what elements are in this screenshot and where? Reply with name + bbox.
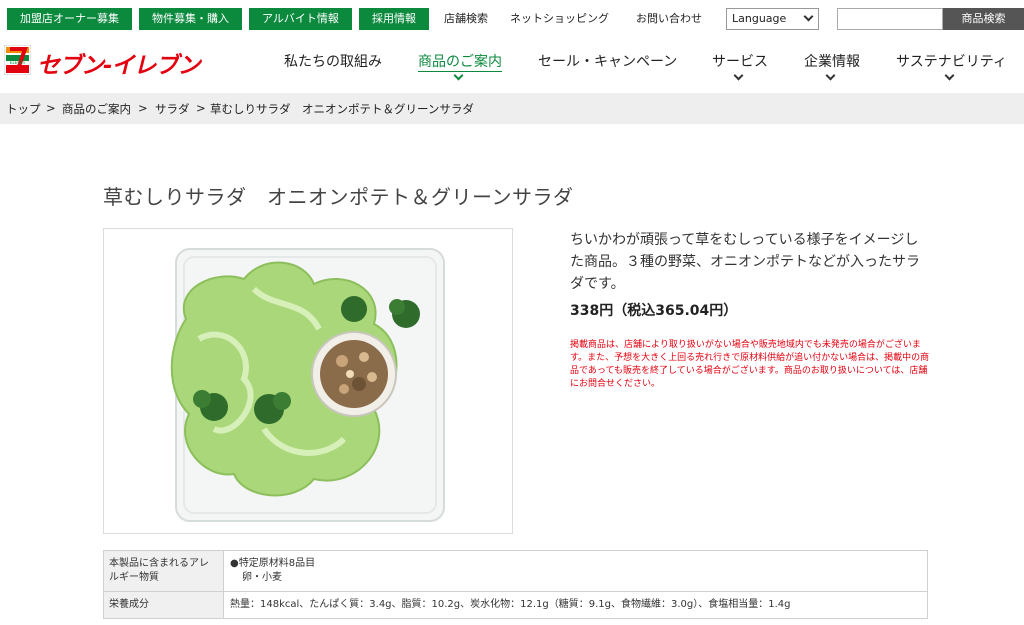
allergen-line: ●特定原材料8品目 bbox=[230, 558, 316, 569]
breadcrumb-separator: > bbox=[46, 101, 56, 115]
store-search-link[interactable]: 店舗検索 bbox=[444, 10, 488, 26]
nav-label: 商品のご案内 bbox=[418, 54, 502, 72]
allergen-value: ●特定原材料8品目 卵・小麦 bbox=[223, 550, 928, 592]
franchise-owner-button[interactable]: 加盟店オーナー募集 bbox=[7, 8, 132, 30]
logo-text: セブン-イレブン bbox=[37, 53, 201, 79]
nutrition-header: 栄養成分 bbox=[103, 591, 224, 619]
nav-services[interactable]: サービス bbox=[712, 51, 768, 71]
allergen-line: 卵・小麦 bbox=[242, 572, 282, 583]
nav-label: 企業情報 bbox=[804, 54, 860, 70]
utility-bar: 加盟店オーナー募集 物件募集・購入 アルバイト情報 採用情報 店舗検索 ネットシ… bbox=[0, 0, 1024, 38]
chevron-down-icon bbox=[825, 70, 836, 81]
logo-small-text: ELEVEn bbox=[10, 60, 26, 65]
product-info-table: 本製品に含まれるアレルギー物質 ●特定原材料8品目 卵・小麦 栄養成分 熱量：1… bbox=[103, 550, 928, 619]
product-search-button[interactable]: 商品検索 bbox=[943, 8, 1024, 30]
property-button[interactable]: 物件募集・購入 bbox=[139, 8, 242, 30]
breadcrumb-products[interactable]: 商品のご案内 bbox=[62, 101, 131, 117]
language-label: Language bbox=[732, 12, 787, 25]
nav-initiatives[interactable]: 私たちの取組み bbox=[284, 51, 382, 71]
product-title: 草むしりサラダ オニオンポテト＆グリーンサラダ bbox=[103, 185, 574, 209]
nav-sustainability[interactable]: サステナビリティ bbox=[896, 51, 1007, 71]
search-input[interactable] bbox=[837, 8, 943, 30]
nav-sale-campaign[interactable]: セール・キャンペーン bbox=[538, 51, 677, 71]
nav-label: 私たちの取組み bbox=[284, 54, 382, 70]
availability-notice: 掲載商品は、店舗により取り扱いがない場合や販売地域内でも未発売の場合がございます… bbox=[570, 340, 930, 389]
breadcrumb-separator: > bbox=[196, 101, 206, 115]
breadcrumb-separator: > bbox=[138, 101, 148, 115]
nav-label: サステナビリティ bbox=[896, 54, 1007, 70]
breadcrumb-top[interactable]: トップ bbox=[6, 101, 41, 117]
nav-label: セール・キャンペーン bbox=[538, 54, 678, 70]
table-row: 本製品に含まれるアレルギー物質 ●特定原材料8品目 卵・小麦 bbox=[103, 550, 928, 592]
recruitment-button[interactable]: 採用情報 bbox=[359, 8, 429, 30]
allergen-header: 本製品に含まれるアレルギー物質 bbox=[103, 550, 224, 592]
breadcrumb-current: 草むしりサラダ オニオンポテト＆グリーンサラダ bbox=[210, 102, 474, 116]
breadcrumb bbox=[0, 93, 1024, 124]
nav-company[interactable]: 企業情報 bbox=[804, 51, 860, 71]
contact-link[interactable]: お問い合わせ bbox=[636, 10, 702, 26]
nutrition-value: 熱量：148kcal、たんぱく質：3.4g、脂質：10.2g、炭水化物：12.1… bbox=[223, 591, 928, 619]
nav-label: サービス bbox=[712, 54, 768, 70]
seven-eleven-logo-icon: ELEVEn bbox=[4, 45, 31, 75]
product-price: 338円（税込365.04円） bbox=[570, 303, 738, 319]
chevron-down-icon bbox=[733, 70, 744, 81]
chevron-down-icon bbox=[944, 70, 955, 81]
logo[interactable]: ELEVEn セブン-イレブン bbox=[4, 45, 214, 79]
salad-illustration bbox=[170, 248, 445, 522]
chevron-down-icon bbox=[453, 70, 464, 81]
breadcrumb-salad[interactable]: サラダ bbox=[155, 101, 190, 117]
chevron-down-icon bbox=[803, 11, 814, 22]
online-shopping-link[interactable]: ネットショッピング bbox=[510, 10, 609, 26]
product-image bbox=[103, 228, 513, 534]
part-time-job-button[interactable]: アルバイト情報 bbox=[249, 8, 352, 30]
nav-products[interactable]: 商品のご案内 bbox=[418, 51, 502, 72]
language-select[interactable]: Language bbox=[726, 8, 819, 30]
table-row: 栄養成分 熱量：148kcal、たんぱく質：3.4g、脂質：10.2g、炭水化物… bbox=[103, 591, 928, 619]
product-description: ちいかわが頑張って草をむしっている様子をイメージした商品。３種の野菜、オニオンポ… bbox=[570, 232, 920, 292]
